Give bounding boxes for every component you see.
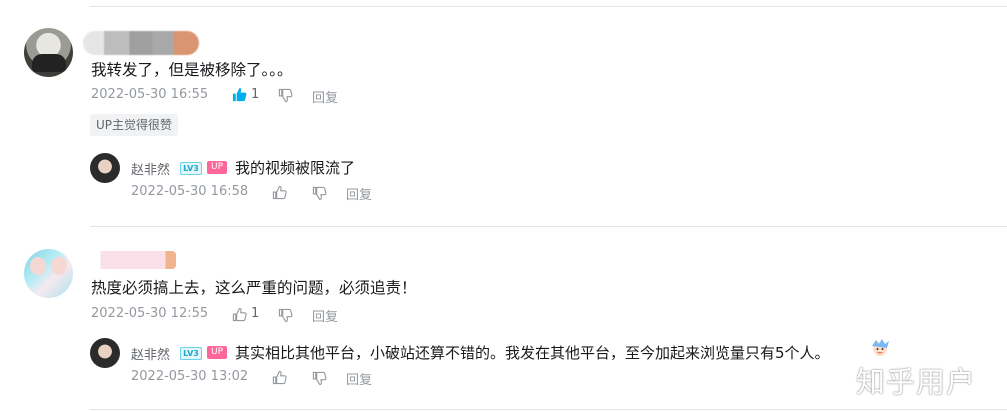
reply-button[interactable]: 回复 bbox=[312, 306, 338, 325]
reply-username[interactable]: 赵非然 bbox=[131, 344, 170, 363]
like-icon[interactable] bbox=[271, 369, 287, 385]
reply-time: 2022-05-30 16:58 bbox=[131, 184, 249, 199]
comment-content: 我转发了，但是被移除了。。。 bbox=[91, 61, 293, 79]
up-liked-badge: UP主觉得很赞 bbox=[90, 114, 179, 136]
comment-content: 热度必须搞上去，这么严重的问题，必须追责！ bbox=[91, 279, 417, 297]
like-count: 1 bbox=[251, 87, 260, 102]
reply-avatar[interactable] bbox=[90, 153, 120, 183]
reply-button[interactable]: 回复 bbox=[346, 369, 372, 388]
reply-content: 其实相比其他平台，小破站还算不错的。我发在其他平台，至今加起来浏览量只有5个人。 bbox=[235, 344, 830, 362]
like-icon[interactable] bbox=[231, 86, 247, 102]
level-badge: LV3 bbox=[180, 347, 202, 360]
dislike-icon[interactable] bbox=[277, 87, 293, 103]
comment-time: 2022-05-30 16:55 bbox=[91, 87, 209, 102]
comment-time: 2022-05-30 12:55 bbox=[91, 306, 209, 321]
bottom-divider bbox=[90, 409, 1007, 410]
avatar[interactable] bbox=[24, 28, 73, 77]
reply-time: 2022-05-30 13:02 bbox=[131, 369, 249, 384]
dislike-icon[interactable] bbox=[311, 185, 327, 201]
dislike-icon[interactable] bbox=[311, 370, 327, 386]
reply-content: 我的视频被限流了 bbox=[235, 159, 356, 177]
reply-username[interactable]: 赵非然 bbox=[131, 159, 170, 178]
level-badge: LV3 bbox=[180, 162, 202, 175]
like-icon[interactable] bbox=[231, 306, 247, 322]
comment-divider bbox=[90, 226, 1007, 227]
reply-avatar[interactable] bbox=[90, 338, 120, 368]
reply-button[interactable]: 回复 bbox=[346, 184, 372, 203]
watermark: 知乎用户 bbox=[856, 365, 977, 399]
dislike-icon[interactable] bbox=[277, 307, 293, 323]
reply-button[interactable]: 回复 bbox=[312, 87, 338, 106]
avatar[interactable] bbox=[24, 249, 73, 298]
like-count: 1 bbox=[251, 306, 260, 321]
emoji-sticker-icon bbox=[869, 337, 891, 359]
like-icon[interactable] bbox=[271, 184, 287, 200]
top-divider bbox=[90, 6, 1007, 7]
up-badge: UP bbox=[207, 161, 227, 174]
username-blurred[interactable] bbox=[90, 251, 176, 269]
up-badge: UP bbox=[207, 346, 227, 359]
username-blurred[interactable] bbox=[83, 31, 199, 55]
